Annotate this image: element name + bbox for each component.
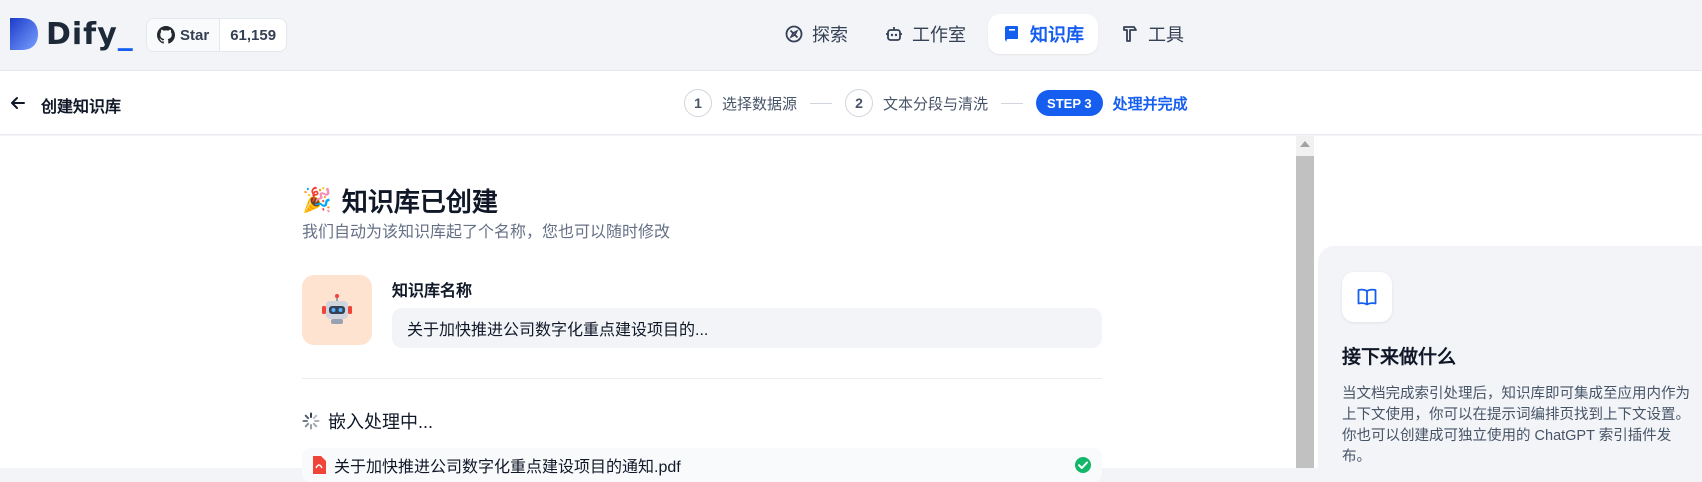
github-star-widget[interactable]: Star 61,159 xyxy=(146,18,288,52)
dataset-avatar[interactable] xyxy=(302,275,372,345)
robot-avatar-icon xyxy=(322,294,352,324)
top-navbar: Dify_ Star 61,159 探索 工作室 知识库 工具 xyxy=(0,0,1702,70)
pdf-file-icon xyxy=(313,456,326,474)
dataset-name-label: 知识库名称 xyxy=(392,283,473,300)
github-star-button[interactable]: Star xyxy=(147,19,221,51)
divider xyxy=(302,378,1102,379)
book-open-icon xyxy=(1342,272,1392,322)
step-divider xyxy=(810,102,833,104)
embedding-status-text: 嵌入处理中... xyxy=(328,412,434,432)
step-1-label: 选择数据源 xyxy=(722,95,798,113)
step-3-badge: STEP 3 xyxy=(1036,90,1103,116)
step-2-number: 2 xyxy=(845,89,874,117)
github-star-count[interactable]: 61,159 xyxy=(220,19,286,51)
nav-knowledge-label: 知识库 xyxy=(1030,25,1084,45)
hammer-icon xyxy=(1123,26,1137,42)
embedding-status: 嵌入处理中... xyxy=(302,408,433,434)
nav-studio-label: 工作室 xyxy=(912,25,966,45)
step-1-number: 1 xyxy=(684,89,712,117)
nav-explore-label: 探索 xyxy=(812,25,848,45)
page-title-text: 知识库已创建 xyxy=(341,187,498,217)
next-steps-panel: 接下来做什么 当文档完成索引处理后，知识库即可集成至应用内作为上下文使用，你可以… xyxy=(1318,246,1702,468)
arrow-left-icon[interactable] xyxy=(8,93,28,113)
next-steps-description: 当文档完成索引处理后，知识库即可集成至应用内作为上下文使用，你可以在提示词编排页… xyxy=(1342,386,1690,465)
main-content: 🎉 知识库已创建 我们自动为该知识库起了个名称，您也可以随时修改 知识库名称 关… xyxy=(0,136,1296,482)
nav-knowledge[interactable]: 知识库 xyxy=(988,14,1098,54)
file-name: 关于加快推进公司数字化重点建设项目的通知.pdf xyxy=(334,459,681,476)
github-star-label: Star xyxy=(180,26,210,44)
dify-logo[interactable]: Dify_ xyxy=(8,16,134,52)
main-scrollbar[interactable] xyxy=(1296,136,1314,468)
steps-indicator: 1 选择数据源 2 文本分段与清洗 STEP 3 处理并完成 xyxy=(684,89,1188,117)
dify-logo-mark-icon xyxy=(10,18,38,50)
step-3-label: 处理并完成 xyxy=(1112,95,1188,113)
robot-icon xyxy=(886,27,902,41)
party-popper-icon: 🎉 xyxy=(302,187,332,214)
spinner-icon xyxy=(302,412,320,430)
step-2-label: 文本分段与清洗 xyxy=(883,95,989,113)
book-icon xyxy=(1005,26,1018,42)
compass-icon xyxy=(785,25,803,43)
github-icon xyxy=(157,26,175,44)
next-steps-title: 接下来做什么 xyxy=(1342,347,1457,368)
page-subtitle: 我们自动为该知识库起了个名称，您也可以随时修改 xyxy=(302,224,671,241)
nav-tools[interactable]: 工具 xyxy=(1106,14,1198,54)
main-nav: 探索 工作室 知识库 工具 xyxy=(770,14,1198,54)
check-circle-icon xyxy=(1075,457,1091,473)
nav-explore[interactable]: 探索 xyxy=(770,14,862,54)
nav-studio[interactable]: 工作室 xyxy=(870,14,980,54)
logo-text: Dify_ xyxy=(46,16,134,52)
page-title: 🎉 知识库已创建 xyxy=(302,182,498,219)
file-list-item: 关于加快推进公司数字化重点建设项目的通知.pdf xyxy=(302,448,1102,482)
scroll-up-arrow-icon[interactable] xyxy=(1300,141,1310,147)
dataset-name-input[interactable]: 关于加快推进公司数字化重点建设项目的... xyxy=(392,308,1102,348)
nav-tools-label: 工具 xyxy=(1148,25,1184,45)
breadcrumb: 创建知识库 xyxy=(41,99,122,116)
scroll-thumb[interactable] xyxy=(1296,156,1314,468)
step-divider xyxy=(1001,102,1024,104)
create-dataset-stepbar: 创建知识库 1 选择数据源 2 文本分段与清洗 STEP 3 处理并完成 xyxy=(0,70,1702,135)
